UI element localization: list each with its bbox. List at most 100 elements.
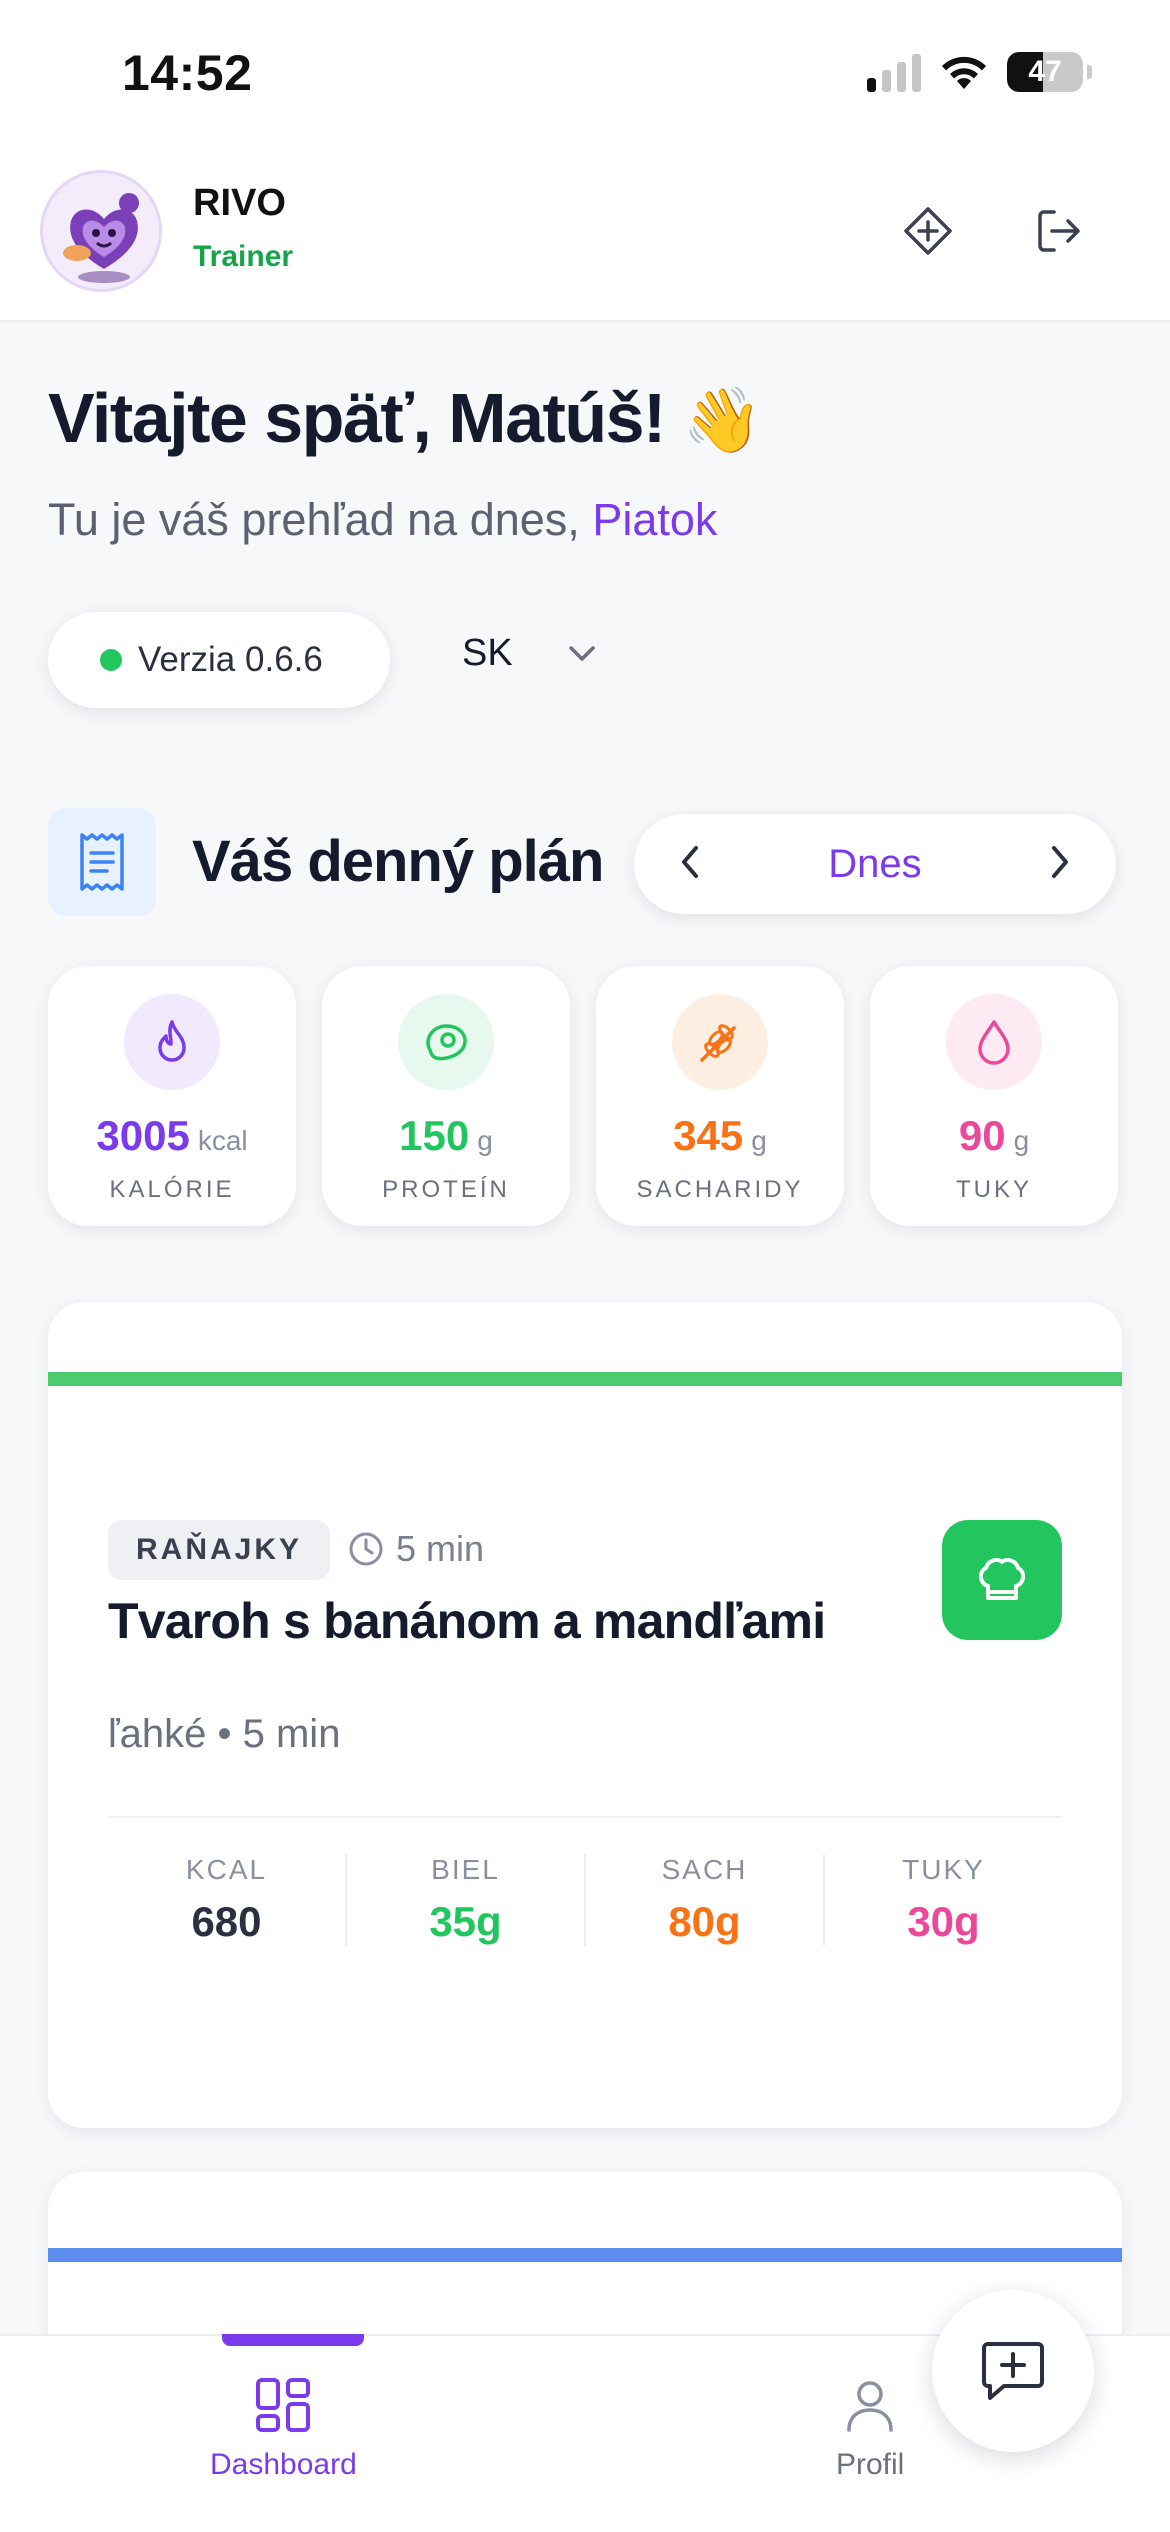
user-role: Trainer: [193, 240, 294, 273]
chevron-left-icon: [682, 845, 698, 878]
macro-value: 3005 kcal: [96, 1112, 247, 1160]
cellular-signal-icon: [867, 52, 921, 92]
meal-card-breakfast[interactable]: RAŇAJKY 5 min Tvaroh s banánom a mandľam…: [48, 1302, 1122, 2128]
meal-nutrition: KCAL 680 BIEL 35g SACH 80g TUKY 30g: [108, 1854, 1062, 1946]
logout-button[interactable]: [1024, 196, 1094, 266]
wifi-icon: [942, 56, 986, 89]
macro-label: TUKY: [955, 1176, 1032, 1203]
macro-card-protein: 150 g PROTEÍN: [322, 966, 570, 1226]
chevron-right-icon: [1051, 845, 1068, 878]
flame-icon: [158, 1020, 186, 1062]
clock-icon: [349, 1532, 383, 1566]
status-bar: 14:52 47: [0, 0, 1170, 140]
current-day-label[interactable]: Dnes: [828, 842, 921, 887]
greeting-text: Vitajte späť, Matúš!: [48, 379, 666, 457]
macro-card-fats: 90 g TUKY: [870, 966, 1118, 1226]
new-message-fab[interactable]: [932, 2290, 1094, 2452]
macro-value: 345 g: [673, 1112, 767, 1160]
tab-dashboard-label: Dashboard: [210, 2448, 357, 2481]
meal-color-stripe: [48, 2248, 1122, 2262]
meal-title: Tvaroh s banánom a mandľami: [108, 1593, 826, 1649]
chef-hat-icon: [979, 1558, 1025, 1600]
status-icons: 47: [867, 52, 1092, 92]
stat-label: TUKY: [902, 1854, 985, 1885]
battery-level: 47: [1028, 55, 1062, 88]
receipt-icon: [80, 833, 124, 891]
battery-tip: [1087, 65, 1092, 79]
macro-number: 3005: [96, 1112, 190, 1159]
greeting-subtitle-text: Tu je váš prehľad na dnes,: [48, 494, 580, 545]
macro-unit: g: [477, 1125, 493, 1156]
macro-value: 90 g: [959, 1112, 1029, 1160]
meal-meta: ľahké • 5 min: [108, 1712, 341, 1756]
meal-time-text: 5 min: [396, 1528, 485, 1569]
diamond-plus-button[interactable]: [893, 196, 963, 266]
battery-icon: 47: [1007, 52, 1083, 92]
macro-icon-bg: [398, 994, 494, 1090]
language-value: SK: [462, 632, 513, 674]
droplet-icon: [978, 1020, 1010, 1065]
macro-value: 150 g: [399, 1112, 493, 1160]
version-badge[interactable]: Verzia 0.6.6: [48, 612, 390, 708]
active-tab-indicator: [222, 2334, 364, 2346]
meal-color-stripe: [48, 1372, 1122, 1386]
divider: [108, 1816, 1062, 1818]
dashboard-icon: [256, 2378, 311, 2432]
macro-label: PROTEÍN: [382, 1176, 510, 1203]
status-time: 14:52: [122, 45, 253, 101]
steak-icon: [426, 1024, 467, 1061]
stat-value: 680: [191, 1898, 262, 1945]
logout-icon: [1038, 210, 1080, 252]
user-icon: [847, 2381, 893, 2432]
stat-value: 30g: [907, 1898, 980, 1945]
macro-number: 90: [958, 1112, 1006, 1159]
wheat-icon: [700, 1024, 736, 1062]
waving-hand-icon: 👋: [682, 384, 763, 456]
app-header: RIVO Trainer: [0, 140, 1170, 322]
prev-day-button[interactable]: [678, 844, 702, 885]
stat-label: SACH: [661, 1854, 748, 1885]
macro-summary: 3005 kcal KALÓRIE 150 g PROTEÍN 345 g SA…: [48, 966, 1122, 1226]
language-select[interactable]: SK: [462, 632, 597, 675]
stat-carbs: SACH 80g: [584, 1854, 823, 1946]
macro-icon-bg: [946, 994, 1042, 1090]
status-dot: [100, 649, 122, 671]
meal-type-tag: RAŇAJKY: [108, 1520, 331, 1580]
stat-label: KCAL: [185, 1854, 268, 1885]
macro-card-calories: 3005 kcal KALÓRIE: [48, 966, 296, 1226]
brand-name: RIVO: [193, 182, 286, 224]
meal-time: 5 min: [348, 1528, 484, 1570]
tab-dashboard[interactable]: Dashboard: [210, 2376, 357, 2482]
next-day-button[interactable]: [1048, 844, 1072, 885]
chevron-down-icon: [568, 645, 595, 661]
stat-protein: BIEL 35g: [345, 1854, 584, 1946]
macro-number: 150: [399, 1112, 470, 1159]
day-navigator: Dnes: [634, 814, 1116, 914]
macro-unit: g: [751, 1125, 767, 1156]
stat-label: BIEL: [431, 1854, 500, 1885]
tab-profile-label: Profil: [836, 2448, 905, 2481]
macro-number: 345: [673, 1112, 744, 1159]
macro-icon-bg: [124, 994, 220, 1090]
stat-kcal: KCAL 680: [108, 1854, 345, 1946]
recipe-button[interactable]: [942, 1520, 1062, 1640]
greeting-day: Piatok: [592, 494, 718, 545]
avatar[interactable]: [40, 170, 162, 292]
plan-icon-box: [48, 808, 156, 916]
macro-label: KALÓRIE: [109, 1176, 235, 1203]
diamond-plus-icon: [904, 207, 952, 255]
macro-label: SACHARIDY: [636, 1176, 804, 1203]
greeting-subtitle: Tu je váš prehľad na dnes, Piatok: [48, 494, 717, 546]
macro-card-carbs: 345 g SACHARIDY: [596, 966, 844, 1226]
tab-profile[interactable]: Profil: [836, 2376, 904, 2482]
macro-icon-bg: [672, 994, 768, 1090]
stat-fats: TUKY 30g: [823, 1854, 1062, 1946]
stat-value: 80g: [668, 1898, 741, 1945]
stat-value: 35g: [429, 1898, 502, 1945]
macro-unit: kcal: [197, 1125, 248, 1156]
version-label: Verzia 0.6.6: [138, 640, 323, 679]
greeting-title: Vitajte späť, Matúš! 👋: [48, 378, 763, 458]
mascot-logo: [44, 174, 159, 289]
macro-unit: g: [1013, 1125, 1030, 1156]
message-plus-icon: [982, 2342, 1044, 2400]
